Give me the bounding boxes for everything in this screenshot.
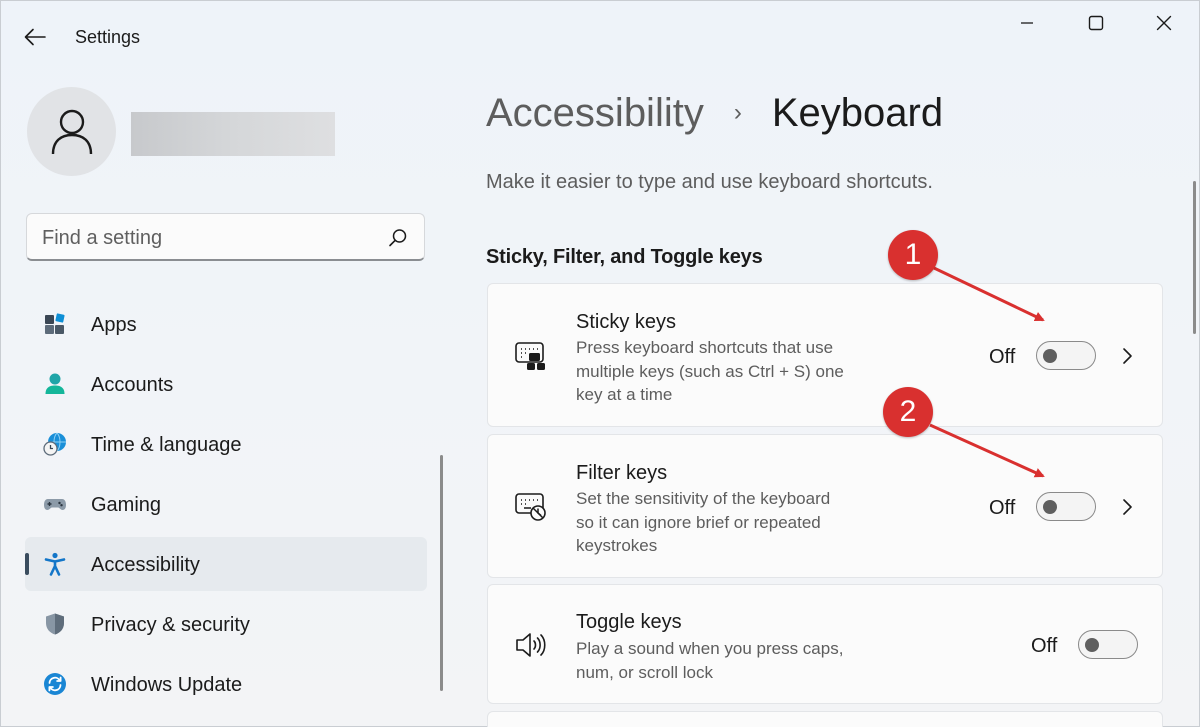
card-description: Play a sound when you press caps, num, o… [576, 639, 844, 682]
sidebar-item-label: Accessibility [91, 554, 200, 576]
filter-keys-icon [515, 493, 546, 521]
section-title: Sticky, Filter, and Toggle keys [486, 246, 763, 268]
sidebar-item-windows-update[interactable]: Windows Update [25, 657, 427, 711]
chevron-right-icon: › [733, 99, 742, 126]
close-button[interactable] [1141, 8, 1187, 38]
accounts-icon [45, 373, 65, 394]
sidebar-item-label: Privacy & security [91, 614, 250, 636]
card-description: Set the sensitivity of the keyboard so i… [576, 489, 831, 555]
toggle-state-label: Off [989, 497, 1016, 519]
search-icon[interactable] [387, 227, 409, 249]
card-description: Press keyboard shortcuts that use multip… [576, 338, 844, 404]
app-title: Settings [75, 27, 141, 47]
toggle-keys-card[interactable]: Toggle keys Play a sound when you press … [487, 584, 1163, 704]
card-title: Toggle keys [576, 611, 682, 633]
sidebar-item-label: Apps [91, 314, 137, 336]
avatar[interactable] [27, 87, 116, 176]
sidebar-item-apps[interactable]: Apps [25, 297, 427, 351]
windows-update-icon [44, 673, 66, 695]
close-icon [1156, 15, 1172, 31]
toggle-knob [1043, 499, 1057, 514]
person-icon [51, 109, 92, 154]
toggle-state-label: Off [989, 346, 1016, 368]
toggle-state-label: Off [1031, 635, 1058, 657]
next-card-partial[interactable] [487, 711, 1163, 727]
search-box[interactable] [26, 213, 425, 261]
profile-name-redacted [131, 112, 335, 156]
sidebar-item-label: Windows Update [91, 674, 243, 696]
breadcrumb: Accessibility › Keyboard [486, 86, 943, 140]
toggle-knob [1085, 637, 1099, 652]
apps-icon [45, 313, 65, 334]
sidebar-item-privacy-security[interactable]: Privacy & security [25, 597, 427, 651]
toggle-knob [1043, 348, 1057, 363]
breadcrumb-parent[interactable]: Accessibility [486, 91, 704, 136]
main-scrollbar[interactable] [1193, 181, 1196, 334]
sticky-keys-card[interactable]: Sticky keys Press keyboard shortcuts tha… [487, 283, 1163, 427]
page-description: Make it easier to type and use keyboard … [486, 171, 933, 193]
search-input[interactable] [42, 223, 372, 253]
card-title: Sticky keys [576, 311, 677, 333]
sidebar-nav: Apps Accounts Time & language Gaming Acc… [25, 297, 427, 717]
back-button[interactable] [20, 22, 50, 52]
maximize-icon [1088, 15, 1104, 31]
sidebar-item-gaming[interactable]: Gaming [25, 477, 427, 531]
speaker-icon [516, 633, 546, 657]
sidebar-item-label: Gaming [91, 494, 162, 516]
minimize-icon [1021, 22, 1033, 24]
maximize-button[interactable] [1073, 8, 1119, 38]
card-title: Filter keys [576, 462, 668, 484]
minimize-button[interactable] [1004, 8, 1050, 38]
chevron-right-icon[interactable] [1119, 346, 1135, 366]
gaming-icon [44, 499, 66, 510]
filter-keys-toggle[interactable] [1036, 492, 1096, 521]
sticky-keys-toggle[interactable] [1036, 341, 1096, 370]
sidebar-item-accounts[interactable]: Accounts [25, 357, 427, 411]
time-language-icon [43, 432, 66, 456]
filter-keys-card[interactable]: Filter keys Set the sensitivity of the k… [487, 434, 1163, 578]
sidebar-scrollbar[interactable] [440, 455, 443, 691]
chevron-right-icon[interactable] [1119, 497, 1135, 517]
active-indicator [25, 553, 29, 575]
sidebar-item-label: Accounts [91, 374, 174, 396]
sticky-keys-icon [515, 342, 545, 370]
shield-icon [46, 613, 64, 635]
title-bar: Settings [0, 0, 1200, 72]
back-arrow-icon [24, 28, 46, 46]
annotation-badge-2: 2 [883, 387, 933, 437]
annotation-badge-1: 1 [888, 230, 938, 280]
sidebar-item-label: Time & language [91, 434, 242, 456]
page-title: Keyboard [771, 90, 944, 135]
accessibility-icon [44, 552, 66, 576]
toggle-keys-toggle[interactable] [1078, 630, 1138, 659]
sidebar-item-accessibility[interactable]: Accessibility [25, 537, 427, 591]
sidebar-item-time-language[interactable]: Time & language [25, 417, 427, 471]
